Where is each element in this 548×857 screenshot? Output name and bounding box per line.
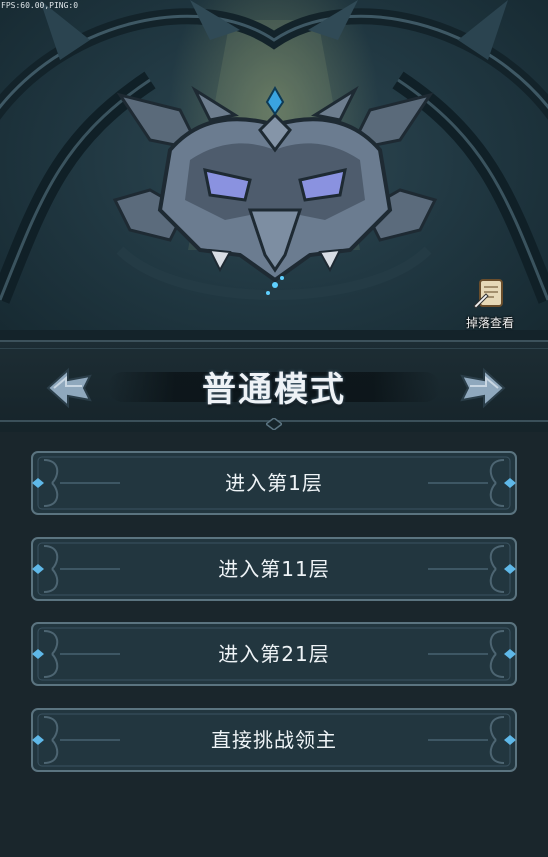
button-label: 进入第11层 xyxy=(218,557,330,581)
next-mode-button[interactable] xyxy=(456,364,508,412)
arrow-right-icon xyxy=(460,367,506,409)
fps-readout: FPS:60.00,PING:0 xyxy=(1,1,79,10)
drop-view-label: 掉落查看 xyxy=(465,316,514,330)
enter-floor-11-button[interactable]: 进入第11层 xyxy=(30,536,518,602)
drop-view-button[interactable]: 掉落查看 xyxy=(458,276,522,334)
button-label: 进入第1层 xyxy=(225,471,323,495)
mode-title: 普通模式 xyxy=(202,370,346,410)
enter-floor-1-button[interactable]: 进入第1层 xyxy=(30,450,518,516)
demon-helmet-icon xyxy=(112,85,438,295)
mode-selector: 普通模式 xyxy=(0,340,548,432)
button-label: 进入第21层 xyxy=(218,642,330,666)
scroll-quill-icon xyxy=(473,279,503,309)
divider xyxy=(0,348,548,349)
button-label: 直接挑战领主 xyxy=(211,728,337,752)
boss-banner: 掉落查看 xyxy=(0,0,548,340)
previous-mode-button[interactable] xyxy=(44,364,96,412)
enter-floor-21-button[interactable]: 进入第21层 xyxy=(30,621,518,687)
arrow-left-icon xyxy=(46,367,92,409)
diamond-ornament-icon xyxy=(266,418,282,430)
challenge-boss-button[interactable]: 直接挑战领主 xyxy=(30,707,518,773)
